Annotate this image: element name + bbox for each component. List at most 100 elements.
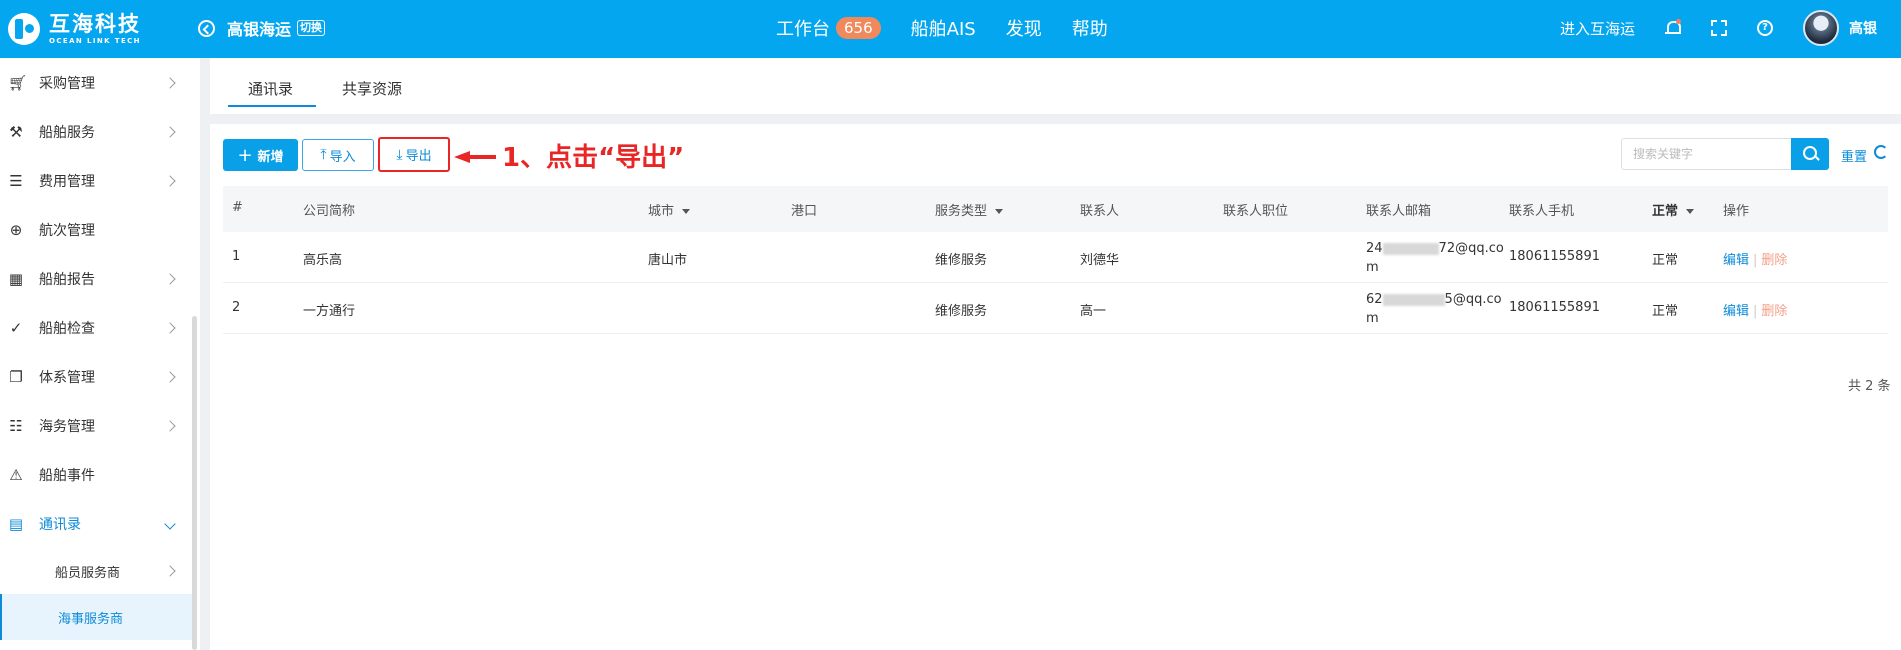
chevron-down-icon [164,517,176,530]
nav-discover[interactable]: 发现 [1006,15,1042,41]
cell-contact: 高一 [1080,304,1107,319]
reset-button[interactable]: 重置 [1841,146,1867,165]
delete-link[interactable]: 删除 [1761,304,1787,319]
caret-down-icon [682,209,691,214]
column-header-service-type[interactable]: 服务类型 [935,200,1004,219]
column-header-actions: 操作 [1723,204,1750,219]
sidebar: 🛒︎ 采购管理 ⚒ 船舶服务 ☰ 费用管理 ⊕ 航次管理 ▦ 船舶报告 ✓ 船舶… [0,58,200,650]
add-button[interactable]: + 新增 [223,139,298,171]
top-right-tools: 进入互海运 ? 高银 [1560,10,1877,46]
redaction-blur [1382,293,1445,306]
chevron-right-icon [164,419,176,432]
table-row: 2 一方通行 维修服务 高一 62 5@qq.co m 18061155891 正常… [223,283,1888,334]
chevron-right-icon [164,125,176,138]
refresh-icon[interactable] [1874,145,1888,159]
delete-link[interactable]: 删除 [1761,253,1787,268]
search-input[interactable]: 搜索关键字 [1621,138,1791,170]
column-header-position: 联系人职位 [1223,204,1289,219]
cell-email: 62 5@qq.co m [1366,290,1506,328]
column-header-phone: 联系人手机 [1509,204,1575,219]
signpost-icon: ☷ [9,416,23,435]
logo-title: 互海科技 [49,12,141,36]
globe-icon: ⊕ [9,220,23,239]
chevron-right-icon [164,272,176,285]
contacts-icon: ▤ [8,514,24,533]
sidebar-item-system[interactable]: ❐ 体系管理 [0,352,192,401]
bell-icon[interactable] [1665,19,1681,37]
cell-phone: 18061155891 [1509,300,1600,315]
sidebar-item-label: 船舶事件 [39,467,95,484]
column-header-city[interactable]: 城市 [648,200,691,219]
table-row: 1 高乐高 唐山市 维修服务 刘德华 24 72@qq.co m 180611558… [223,232,1888,283]
sidebar-item-contacts[interactable]: ▤ 通讯录 [0,499,192,548]
company-name: 高银海运 [227,20,292,39]
copy-icon: ❐ [9,367,23,386]
import-button[interactable]: ⤒ 导入 [302,139,374,171]
sidebar-item-ship-event[interactable]: ⚠ 船舶事件 [0,450,192,499]
logo-subtitle: OCEAN LINK TECH [49,37,141,45]
contacts-table: # 公司简称 城市 港口 服务类型 联系人 联系人职位 联系人邮箱 联系人手机 … [223,186,1888,334]
user-name[interactable]: 高银 [1849,18,1877,38]
logo-icon [8,13,40,45]
table-header: # 公司简称 城市 港口 服务类型 联系人 联系人职位 联系人邮箱 联系人手机 … [223,186,1888,232]
annotation-text: 1、点击“导出” [502,143,685,173]
sidebar-item-marine[interactable]: ☷ 海务管理 [0,401,192,450]
search-icon[interactable] [1791,138,1829,170]
sidebar-subitem-maritime-provider[interactable]: 海事服务商 [0,594,192,640]
column-header-contact: 联系人 [1080,204,1120,219]
download-icon: ⤓ [396,146,403,163]
database-icon: ☰ [9,171,23,190]
tab-contacts[interactable]: 通讯录 [248,78,293,99]
sidebar-item-label: 船舶报告 [39,271,95,288]
sidebar-scrollbar[interactable] [192,316,197,650]
column-header-port: 港口 [791,204,818,219]
main-content: + 新增 ⤒ 导入 ⤓ 导出 1、点击“导出” 搜索关键字 重置 # 公司简称 … [210,124,1901,650]
nav-workbench[interactable]: 工作台 656 [776,15,881,41]
caret-down-icon [995,209,1004,214]
sidebar-item-voyage[interactable]: ⊕ 航次管理 [0,205,192,254]
sidebar-item-expense[interactable]: ☰ 费用管理 [0,156,192,205]
avatar[interactable] [1803,10,1839,46]
cell-email: 24 72@qq.co m [1366,239,1506,277]
top-nav: 工作台 656 船舶AIS 发现 帮助 [776,15,1138,41]
help-circle-icon[interactable]: ? [1757,20,1773,36]
calendar-icon: ▦ [8,269,24,288]
export-button[interactable]: ⤓ 导出 [378,137,450,172]
sidebar-subitem-label: 海事服务商 [58,611,124,627]
company-switcher[interactable]: 高银海运 切换 [198,16,326,40]
chevron-right-icon [164,174,176,187]
email-prefix: 24 [1366,241,1383,256]
cart-icon: 🛒︎ [8,73,28,92]
email-prefix: 62 [1366,292,1383,307]
export-button-label: 导出 [405,149,432,164]
sidebar-item-label: 费用管理 [39,173,95,190]
fullscreen-icon[interactable] [1711,20,1727,36]
sidebar-item-label: 航次管理 [39,222,95,239]
column-header-status[interactable]: 正常 [1652,200,1695,219]
enter-platform-link[interactable]: 进入互海运 [1560,18,1635,39]
cell-phone: 18061155891 [1509,249,1600,264]
sidebar-item-procurement[interactable]: 🛒︎ 采购管理 [0,58,192,107]
email-tail: m [1366,311,1379,326]
nav-ship-ais[interactable]: 船舶AIS [911,15,976,41]
paint-roller-icon: ⚒ [9,122,23,141]
back-circle-icon[interactable] [198,19,215,37]
sidebar-item-ship-service[interactable]: ⚒ 船舶服务 [0,107,192,156]
sidebar-item-ship-report[interactable]: ▦ 船舶报告 [0,254,192,303]
tab-shared-resources[interactable]: 共享资源 [342,78,402,99]
sidebar-item-label: 体系管理 [39,369,95,386]
edit-link[interactable]: 编辑 [1723,304,1749,319]
cell-city: 唐山市 [648,253,688,268]
logo[interactable]: 互海科技 OCEAN LINK TECH [8,9,141,49]
sidebar-subitem-crew-provider[interactable]: 船员服务商 [0,548,192,594]
chevron-right-icon [164,321,176,334]
edit-link[interactable]: 编辑 [1723,253,1749,268]
redaction-blur [1382,242,1439,255]
sidebar-item-ship-inspection[interactable]: ✓ 船舶检查 [0,303,192,352]
switch-button[interactable]: 切换 [297,20,326,36]
cell-index: 1 [232,249,241,264]
top-bar: 互海科技 OCEAN LINK TECH 高银海运 切换 工作台 656 船舶A… [0,0,1901,58]
nav-help[interactable]: 帮助 [1072,15,1108,41]
action-divider: | [1753,253,1758,268]
import-button-label: 导入 [329,149,356,165]
